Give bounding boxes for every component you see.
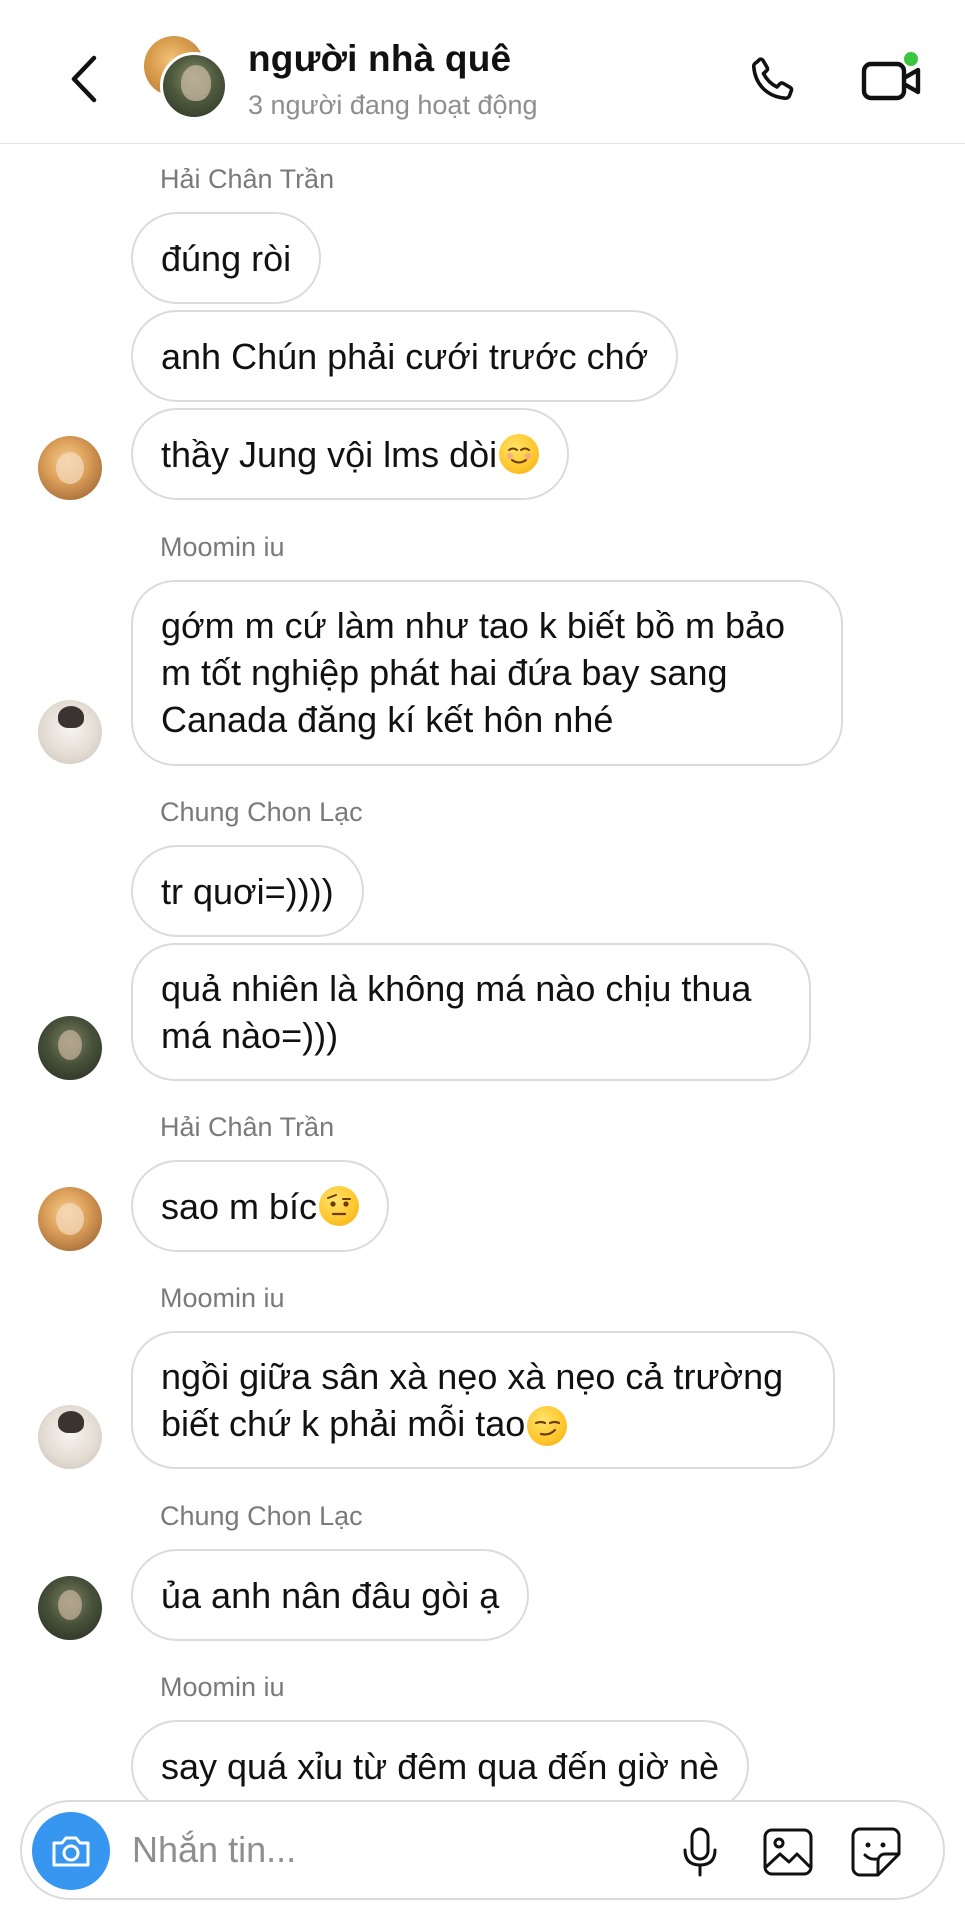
message-text: quả nhiên là không má nào chịu thua má n…: [161, 968, 752, 1056]
video-call-button[interactable]: [856, 48, 926, 112]
sender-name: Chung Chon Lạc: [160, 797, 363, 827]
message-bubble[interactable]: đúng ròi: [131, 212, 322, 304]
image-icon: [763, 1828, 813, 1876]
chat-header: người nhà quê 3 người đang hoạt động: [0, 0, 965, 144]
chat-title[interactable]: người nhà quê: [248, 38, 511, 80]
back-button[interactable]: [58, 48, 108, 110]
message-bubble[interactable]: tr quơi=)))): [131, 845, 364, 937]
avatar[interactable]: [38, 700, 102, 764]
camera-button[interactable]: [32, 1812, 110, 1890]
message-text: gớm m cứ làm như tao k biết bồ m bảo m t…: [161, 605, 786, 740]
message-bubble[interactable]: thầy Jung vội lms dòi: [131, 408, 570, 500]
smirking-face-emoji: [527, 1406, 568, 1447]
message-text-content: ngồi giữa sân xà nẹo xà nẹo cả trường bi…: [161, 1356, 784, 1444]
call-button[interactable]: [740, 48, 804, 112]
message-bubble[interactable]: quả nhiên là không má nào chịu thua má n…: [131, 943, 811, 1081]
sticker-icon: [851, 1827, 901, 1877]
message-composer: [20, 1800, 945, 1900]
microphone-icon: [683, 1827, 717, 1877]
avatar[interactable]: [38, 1405, 102, 1469]
avatar[interactable]: [38, 1187, 102, 1251]
message-text: đúng ròi: [161, 237, 292, 279]
sender-name: Moomin iu: [160, 532, 285, 562]
active-status: 3 người đang hoạt động: [248, 90, 538, 120]
message-bubble[interactable]: ngồi giữa sân xà nẹo xà nẹo cả trường bi…: [131, 1331, 835, 1469]
phone-icon: [751, 57, 794, 101]
camera-icon: [52, 1836, 90, 1867]
avatar[interactable]: [38, 436, 102, 500]
sticker-button[interactable]: [848, 1824, 904, 1880]
message-text: ủa anh nân đâu gòi ạ: [161, 1574, 500, 1616]
message-text: anh Chún phải cưới trước chớ: [161, 335, 649, 377]
avatar[interactable]: [38, 1576, 102, 1640]
relieved-face-emoji: [499, 434, 540, 474]
message-text: tr quơi=)))): [161, 870, 334, 912]
message-text: say quá xỉu từ đêm qua đến giờ nè: [161, 1745, 720, 1787]
message-bubble[interactable]: ủa anh nân đâu gòi ạ: [131, 1549, 530, 1641]
sender-name: Chung Chon Lạc: [160, 1501, 363, 1531]
sender-name: Hải Chân Trần: [160, 164, 335, 194]
avatar[interactable]: [38, 1016, 102, 1080]
message-text: thầy Jung vội lms dòi: [161, 433, 498, 475]
message-bubble[interactable]: gớm m cứ làm như tao k biết bồ m bảo m t…: [131, 580, 843, 766]
message-text: sao m bíc: [161, 1185, 318, 1227]
microphone-button[interactable]: [672, 1824, 728, 1880]
sender-name: Moomin iu: [160, 1283, 285, 1313]
gallery-button[interactable]: [760, 1824, 816, 1880]
message-bubble[interactable]: anh Chún phải cưới trước chớ: [131, 310, 679, 402]
sender-name: Moomin iu: [160, 1672, 285, 1702]
message-input[interactable]: [132, 1824, 652, 1876]
message-text: ngồi giữa sân xà nẹo xà nẹo cả trường bi…: [161, 1353, 805, 1447]
raised-eyebrow-emoji: [319, 1186, 360, 1226]
group-avatar[interactable]: [144, 36, 228, 122]
message-bubble[interactable]: sao m bíc: [131, 1160, 390, 1252]
sender-name: Hải Chân Trần: [160, 1112, 335, 1142]
online-indicator: [902, 50, 920, 68]
chevron-left-icon: [71, 55, 97, 103]
message-bubble[interactable]: say quá xỉu từ đêm qua đến giờ nè: [131, 1720, 750, 1812]
group-avatar-front: [160, 52, 228, 120]
